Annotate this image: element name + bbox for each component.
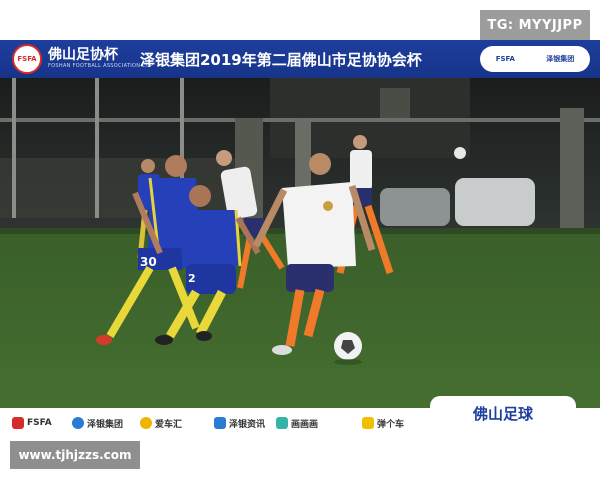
sponsor-label: 泽银资讯: [229, 419, 266, 430]
fsfa-logo-icon: FSFA: [12, 44, 42, 74]
photo-frame: TG: MYYJJPP FSFA 佛山足协杯 FOSHAN FOOTBALL A…: [0, 0, 600, 480]
sponsor-item: 爱车汇: [140, 415, 182, 431]
jersey-number-2: 2: [188, 272, 196, 285]
sponsor-item: 泽银资讯: [214, 415, 265, 431]
jersey-number-30: 30: [140, 255, 157, 269]
event-title: 泽银集团2019年第二届佛山市足协协会杯: [140, 51, 422, 69]
aichehui-icon: [140, 417, 152, 429]
sponsor-item: 画画画: [276, 415, 318, 431]
sponsor-item: 泽银集团: [72, 415, 123, 431]
banner-sponsor-pill: FSFA 泽银集团: [480, 46, 590, 72]
soccer-match-photo: 30 2: [0, 78, 600, 408]
sponsor-label: 弹个车: [377, 419, 405, 430]
fsfa-icon: [12, 417, 24, 429]
sponsor-label: FSFA: [27, 418, 52, 428]
tangeche-icon: [362, 417, 374, 429]
parked-car: [380, 188, 450, 226]
sponsor-label: 爱车汇: [155, 419, 183, 430]
zeyin-info-icon: [214, 417, 226, 429]
watermark-top: TG: MYYJJPP: [480, 10, 590, 40]
soccer-ball-icon: [334, 332, 362, 360]
light: [454, 147, 466, 159]
event-banner: FSFA 佛山足协杯 FOSHAN FOOTBALL ASSOCIATION C…: [0, 40, 600, 78]
banner-brand: 佛山足协杯: [48, 47, 118, 63]
huahuahua-icon: [276, 417, 288, 429]
banner-brand-sub: FOSHAN FOOTBALL ASSOCIATION CUP: [48, 63, 154, 69]
parked-car: [455, 178, 535, 226]
sponsor-label: 泽银集团: [87, 419, 124, 430]
banner-sponsor-right: 泽银集团: [546, 55, 575, 63]
banner-sponsor-left: FSFA: [495, 55, 515, 63]
zeyin-group-icon: [72, 417, 84, 429]
watermark-bottom: www.tjhjzzs.com: [10, 441, 140, 469]
sponsor-label: 画画画: [291, 419, 319, 430]
footer-brand: 佛山足球: [430, 396, 576, 430]
sponsor-item: FSFA: [12, 415, 52, 431]
sponsor-item: 弹个车: [362, 415, 404, 431]
